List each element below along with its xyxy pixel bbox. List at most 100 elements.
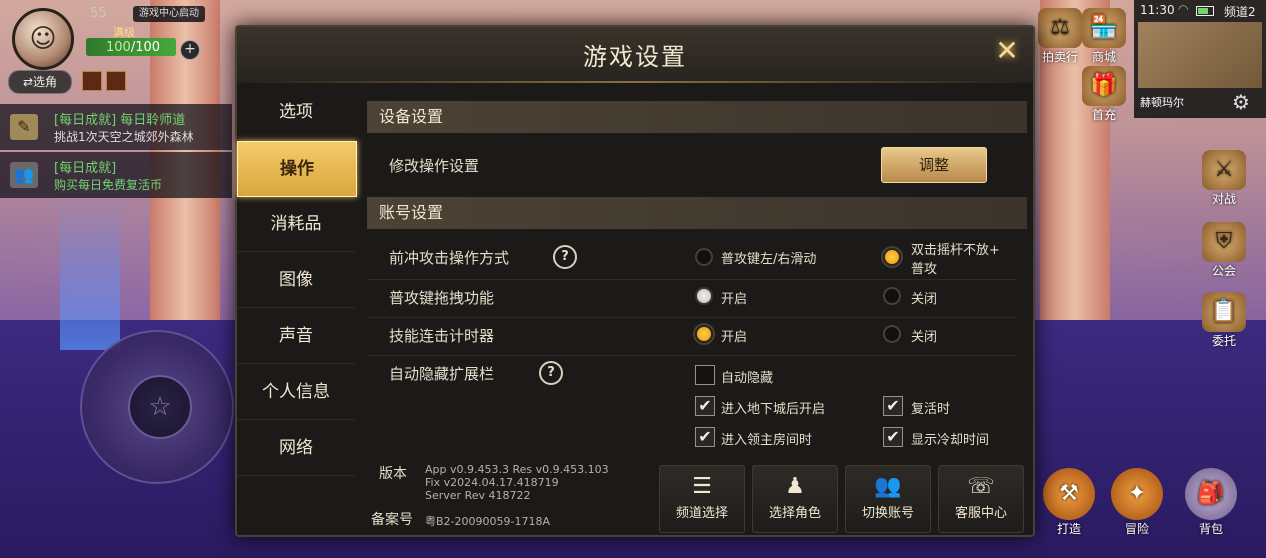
battle-button[interactable]: ⚔ 对战 bbox=[1196, 150, 1252, 207]
switch-role-button[interactable]: ⇄选角 bbox=[8, 70, 72, 94]
drag-off-radio[interactable] bbox=[883, 287, 901, 305]
version-line: Server Rev 418722 bbox=[425, 489, 531, 502]
dash-doubletap-label-1: 双击摇杆不放+ bbox=[911, 243, 1000, 258]
settings-content: 设备设置 修改操作设置 调整 账号设置 前冲攻击操作方式 ? 普攻键左/右滑动 … bbox=[367, 99, 1027, 471]
settings-nav: 选项 操作 消耗品 图像 声音 个人信息 网络 bbox=[237, 85, 357, 477]
help-icon[interactable]: ? bbox=[553, 245, 577, 269]
shop-icon: 🏪 bbox=[1082, 8, 1126, 48]
commission-button[interactable]: 📋 委托 bbox=[1196, 292, 1252, 349]
battle-label: 对战 bbox=[1211, 192, 1236, 206]
bag-label: 背包 bbox=[1198, 522, 1223, 536]
game-center-banner[interactable]: 游戏中心启动 bbox=[133, 6, 205, 22]
dash-doubletap-radio[interactable] bbox=[883, 248, 901, 266]
record-value: 粤B2-20090059-1718A bbox=[425, 515, 550, 528]
nav-personal-info[interactable]: 个人信息 bbox=[237, 365, 355, 420]
dash-attack-label: 前冲攻击操作方式 bbox=[389, 249, 510, 267]
buff-icon[interactable] bbox=[106, 71, 126, 91]
bag-button[interactable]: 🎒 背包 bbox=[1180, 468, 1242, 537]
channel-select-button[interactable]: ☰ 频道选择 bbox=[659, 465, 745, 533]
joystick-knob[interactable]: ☆ bbox=[128, 375, 192, 439]
minimap-area[interactable] bbox=[1138, 22, 1262, 88]
select-character-button[interactable]: ♟ 选择角色 bbox=[752, 465, 838, 533]
cooldown-label: 显示冷却时间 bbox=[911, 433, 990, 448]
nav-consumables[interactable]: 消耗品 bbox=[237, 197, 355, 252]
character-icon: ♟ bbox=[785, 474, 805, 499]
guild-button[interactable]: ⛨ 公会 bbox=[1196, 222, 1252, 279]
auction-label: 拍卖行 bbox=[1041, 50, 1078, 64]
quest-people-icon: 👥 bbox=[10, 162, 38, 188]
nav-graphics[interactable]: 图像 bbox=[237, 253, 355, 308]
shop-button[interactable]: 🏪 商城 bbox=[1076, 8, 1132, 65]
version-line: App v0.9.453.3 Res v0.9.453.103 bbox=[425, 463, 609, 476]
forge-icon: ⚒ bbox=[1043, 468, 1095, 520]
channel-label[interactable]: 频道2 bbox=[1224, 3, 1256, 20]
boss-room-label: 进入领主房间时 bbox=[721, 433, 813, 448]
bag-icon: 🎒 bbox=[1185, 468, 1237, 520]
device-settings-header: 设备设置 bbox=[367, 101, 1027, 133]
adventure-label: 冒险 bbox=[1124, 522, 1149, 536]
quest-item[interactable]: ✎ [每日成就] 每日聆师道 挑战1次天空之城郊外森林 bbox=[0, 104, 232, 150]
nav-controls[interactable]: 操作 bbox=[237, 141, 357, 197]
drag-on-radio[interactable] bbox=[695, 287, 713, 305]
auto-hide-checkbox[interactable] bbox=[695, 365, 715, 385]
player-level: 55 bbox=[90, 6, 107, 21]
adventure-button[interactable]: ✦ 冒险 bbox=[1106, 468, 1168, 537]
nav-options[interactable]: 选项 bbox=[237, 85, 355, 140]
auto-hide-option-label: 自动隐藏 bbox=[721, 371, 774, 386]
first-charge-button[interactable]: 🎁 首充 bbox=[1076, 66, 1132, 123]
select-character-label: 选择角色 bbox=[768, 506, 821, 521]
wifi-icon: ◠ bbox=[1178, 2, 1189, 16]
dash-swipe-radio[interactable] bbox=[695, 248, 713, 266]
combo-timer-label: 技能连击计时器 bbox=[389, 327, 495, 345]
row-divider bbox=[367, 355, 1017, 356]
revive-checkbox[interactable]: ✔ bbox=[883, 396, 903, 416]
modify-controls-label: 修改操作设置 bbox=[389, 157, 480, 175]
guild-label: 公会 bbox=[1211, 264, 1236, 278]
customer-service-button[interactable]: ☏ 客服中心 bbox=[938, 465, 1024, 533]
combo-timer-on-label: 开启 bbox=[721, 330, 748, 345]
first-charge-icon: 🎁 bbox=[1082, 66, 1126, 106]
cooldown-checkbox[interactable]: ✔ bbox=[883, 427, 903, 447]
gear-icon[interactable]: ⚙ bbox=[1232, 90, 1250, 114]
player-avatar[interactable]: ☺ bbox=[12, 8, 74, 70]
forge-label: 打造 bbox=[1056, 522, 1081, 536]
version-label: 版本 bbox=[379, 466, 407, 482]
row-divider bbox=[367, 317, 1017, 318]
dungeon-enter-label: 进入地下城后开启 bbox=[721, 402, 826, 417]
add-stamina-button[interactable]: + bbox=[180, 40, 200, 60]
record-label: 备案号 bbox=[371, 512, 413, 528]
switch-account-button[interactable]: 👥 切换账号 bbox=[845, 465, 931, 533]
account-settings-header: 账号设置 bbox=[367, 197, 1027, 229]
buff-icon[interactable] bbox=[82, 71, 102, 91]
list-icon: ☰ bbox=[692, 474, 712, 499]
guild-icon: ⛨ bbox=[1202, 222, 1246, 262]
settings-dialog: 游戏设置 ✕ 选项 操作 消耗品 图像 声音 个人信息 网络 设备设置 修改操作… bbox=[235, 25, 1035, 537]
boss-room-checkbox[interactable]: ✔ bbox=[695, 427, 715, 447]
light-beam bbox=[60, 190, 120, 350]
version-line: Fix v2024.04.17.418719 bbox=[425, 476, 559, 489]
combo-timer-on-radio[interactable] bbox=[695, 325, 713, 343]
drag-on-label: 开启 bbox=[721, 292, 748, 307]
close-button[interactable]: ✕ bbox=[989, 33, 1025, 69]
quest-title: [每日成就] 每日聆师道 bbox=[54, 113, 186, 128]
device-status-bar: 11:30 ◠ 频道2 bbox=[1134, 2, 1266, 20]
forge-button[interactable]: ⚒ 打造 bbox=[1038, 468, 1100, 537]
quest-title: [每日成就] bbox=[54, 161, 117, 176]
adventure-icon: ✦ bbox=[1111, 468, 1163, 520]
map-name: 赫顿玛尔 bbox=[1140, 96, 1184, 109]
shop-label: 商城 bbox=[1091, 50, 1116, 64]
revive-label: 复活时 bbox=[911, 402, 951, 417]
drag-off-label: 关闭 bbox=[911, 292, 938, 307]
quest-item[interactable]: 👥 [每日成就] 购买每日免费复活币 bbox=[0, 152, 232, 198]
quest-scroll-icon: ✎ bbox=[10, 114, 38, 140]
commission-icon: 📋 bbox=[1202, 292, 1246, 332]
help-icon[interactable]: ? bbox=[539, 361, 563, 385]
nav-sound[interactable]: 声音 bbox=[237, 309, 355, 364]
adjust-button[interactable]: 调整 bbox=[881, 147, 987, 183]
dash-swipe-label: 普攻键左/右滑动 bbox=[721, 252, 817, 267]
switch-account-label: 切换账号 bbox=[861, 506, 914, 521]
clock: 11:30 bbox=[1140, 3, 1175, 17]
dash-doubletap-label-2: 普攻 bbox=[911, 262, 938, 277]
combo-timer-off-radio[interactable] bbox=[883, 325, 901, 343]
dungeon-enter-checkbox[interactable]: ✔ bbox=[695, 396, 715, 416]
